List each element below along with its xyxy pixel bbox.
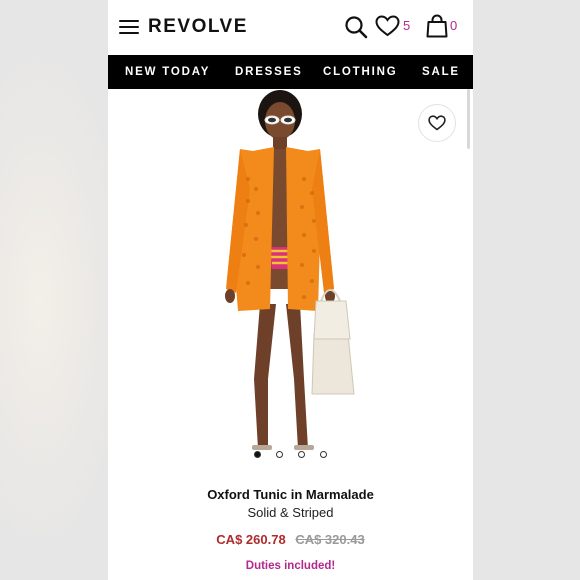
app-screen: REVOLVE 5 0 NEW TODAY DRESSES CLOTHING S… bbox=[108, 0, 473, 580]
nav-item-clothing[interactable]: CLOTHING bbox=[323, 66, 397, 78]
heart-icon[interactable] bbox=[375, 15, 400, 37]
heart-outline-icon bbox=[428, 115, 446, 131]
carousel-dot-4[interactable] bbox=[320, 451, 327, 458]
nav-item-sale[interactable]: SALE bbox=[422, 66, 460, 78]
sale-price: CA$ 260.78 bbox=[216, 532, 286, 547]
add-to-wishlist-button[interactable] bbox=[418, 104, 456, 142]
price-row: CA$ 260.78 CA$ 320.43 bbox=[108, 532, 473, 547]
product-image-carousel[interactable] bbox=[108, 89, 473, 464]
carousel-dot-3[interactable] bbox=[298, 451, 305, 458]
wishlist-count: 5 bbox=[403, 18, 411, 33]
nav-item-new-today[interactable]: NEW TODAY bbox=[125, 66, 210, 78]
carousel-dot-1[interactable] bbox=[254, 451, 261, 458]
cart-count: 0 bbox=[450, 18, 458, 33]
brand-logo[interactable]: REVOLVE bbox=[148, 16, 248, 38]
product-photo bbox=[225, 90, 355, 450]
shopping-bag-icon[interactable] bbox=[426, 14, 448, 38]
original-price: CA$ 320.43 bbox=[295, 532, 365, 547]
product-title: Oxford Tunic in Marmalade bbox=[207, 487, 374, 502]
top-header: REVOLVE 5 0 bbox=[108, 0, 473, 55]
carousel-dot-2[interactable] bbox=[276, 451, 283, 458]
search-icon[interactable] bbox=[344, 15, 368, 39]
scrollbar[interactable] bbox=[467, 89, 470, 149]
duties-note: Duties included! bbox=[245, 560, 336, 572]
nav-item-dresses[interactable]: DRESSES bbox=[235, 66, 303, 78]
hamburger-menu-icon[interactable] bbox=[119, 20, 139, 34]
product-brand[interactable]: Solid & Striped bbox=[108, 505, 473, 520]
category-nav: NEW TODAY DRESSES CLOTHING SALE bbox=[108, 55, 473, 89]
